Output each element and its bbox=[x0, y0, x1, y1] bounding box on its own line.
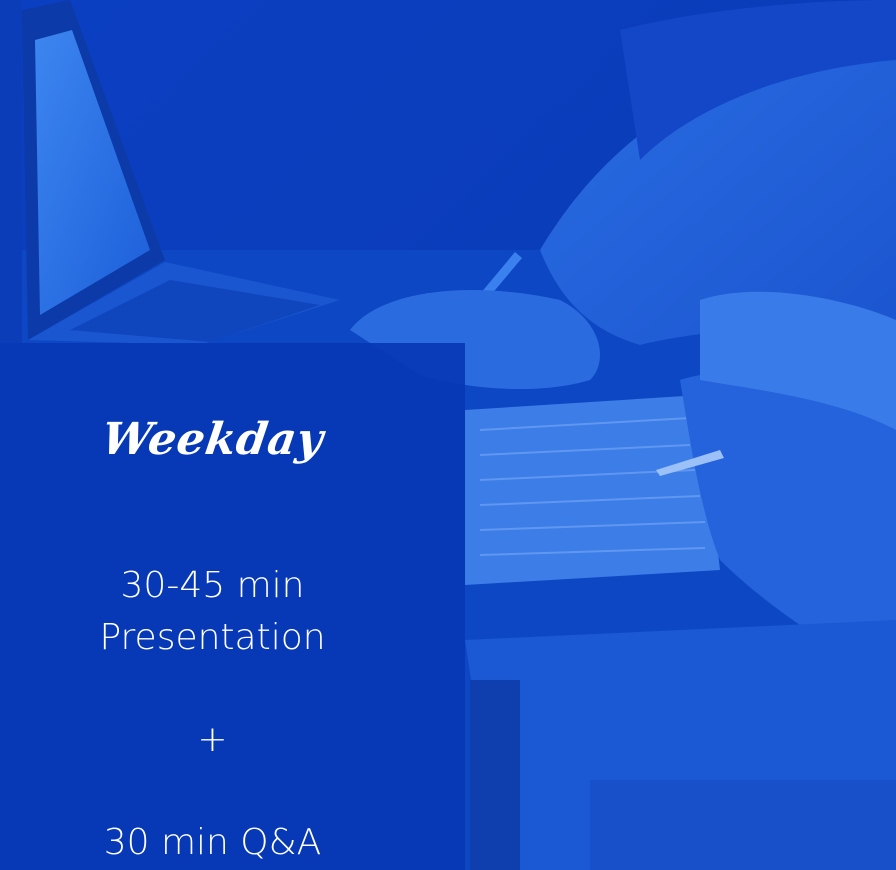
plus-separator: + bbox=[197, 719, 228, 760]
format-text: Presentation bbox=[99, 617, 326, 658]
info-panel: Weekday 30-45 min Presentation + 30 min … bbox=[0, 343, 465, 870]
panel-title: Weekday bbox=[98, 414, 327, 465]
duration-text: 30-45 min bbox=[120, 565, 305, 606]
qa-text: 30 min Q&A bbox=[103, 822, 322, 863]
